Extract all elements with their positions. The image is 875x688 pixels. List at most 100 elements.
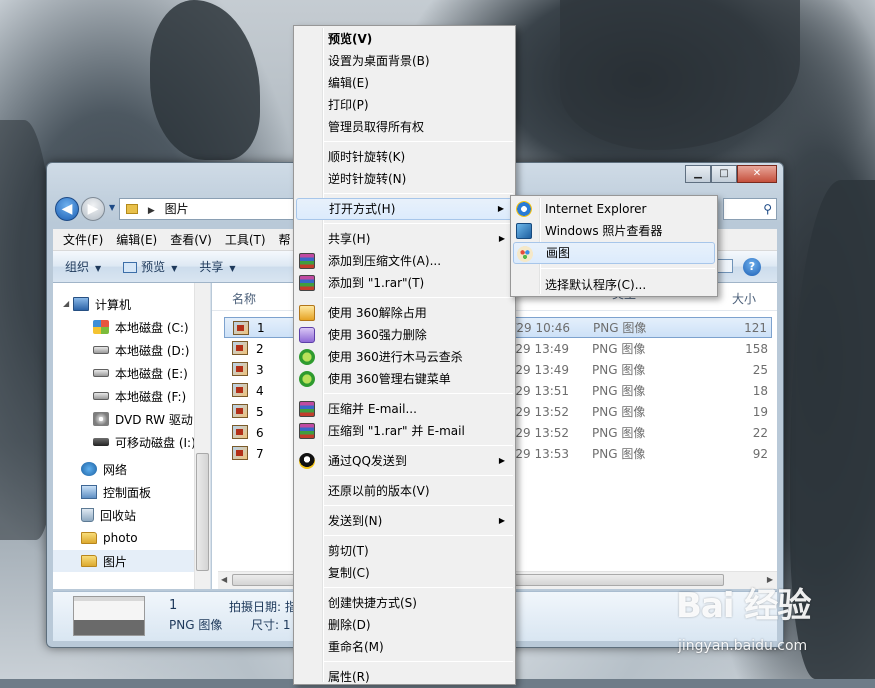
nav-item-computer[interactable]: ◢ 计算机 <box>63 293 131 315</box>
menu-tools[interactable]: 工具(T) <box>219 231 273 248</box>
menu-item-ctx-13[interactable]: 添加到 "1.rar"(T) <box>296 272 513 294</box>
menu-item-ctx-30[interactable]: 复制(C) <box>296 562 513 584</box>
forward-button[interactable]: ▶ <box>81 197 105 221</box>
menu-item-open-with-0[interactable]: Internet Explorer <box>513 198 715 220</box>
menu-item-ctx-18[interactable]: 使用 360管理右键菜单 <box>296 368 513 390</box>
menu-item-ctx-20[interactable]: 压缩并 E-mail... <box>296 398 513 420</box>
menu-file[interactable]: 文件(F) <box>57 231 110 248</box>
paint-icon <box>517 246 533 262</box>
nav-item-drive-e[interactable]: 本地磁盘 (E:) <box>93 362 188 384</box>
file-type: PNG 图像 <box>592 426 646 440</box>
menu-item-label: 选择默认程序(C)... <box>545 278 647 292</box>
menu-item-ctx-23[interactable]: 通过QQ发送到 ▶ <box>296 450 513 472</box>
file-name: 2 <box>256 341 264 356</box>
column-size[interactable]: 大小 <box>732 290 756 307</box>
search-input[interactable]: ⚲ <box>723 198 777 220</box>
menu-item-open-with-2[interactable]: 画图 <box>513 242 715 264</box>
nav-item-drive-c[interactable]: 本地磁盘 (C:) <box>93 316 189 338</box>
winrar-icon <box>299 275 315 291</box>
360-unlock-icon <box>299 305 315 321</box>
scrollbar-thumb[interactable] <box>196 453 209 571</box>
menu-item-ctx-11[interactable]: 共享(H) ▶ <box>296 228 513 250</box>
search-icon[interactable]: ⚲ <box>763 202 772 216</box>
menu-item-label: Windows 照片查看器 <box>545 224 663 238</box>
menu-item-ctx-6[interactable]: 顺时针旋转(K) <box>296 146 513 168</box>
details-file-type: PNG 图像 <box>169 618 223 632</box>
computer-icon <box>73 297 89 311</box>
menu-item-ctx-21[interactable]: 压缩到 "1.rar" 并 E-mail <box>296 420 513 442</box>
help-icon[interactable]: ? <box>743 258 761 276</box>
menu-item-ctx-15[interactable]: 使用 360解除占用 <box>296 302 513 324</box>
menu-item-label: 共享(H) <box>328 232 371 246</box>
address-bar[interactable]: ▶ 图片 <box>119 198 319 220</box>
menu-item-ctx-17[interactable]: 使用 360进行木马云查杀 <box>296 346 513 368</box>
share-button[interactable]: 共享 ▼ <box>199 258 235 275</box>
nav-item-removable-disk[interactable]: 可移动磁盘 (I:) <box>93 431 196 453</box>
internet-explorer-icon <box>516 201 532 217</box>
change-view-button[interactable] <box>717 259 733 273</box>
menu-separator <box>324 193 513 194</box>
menu-item-label: Internet Explorer <box>545 202 647 216</box>
file-type: PNG 图像 <box>592 405 646 419</box>
menu-item-ctx-12[interactable]: 添加到压缩文件(A)... <box>296 250 513 272</box>
nav-item-drive-f[interactable]: 本地磁盘 (F:) <box>93 385 186 407</box>
menu-item-ctx-27[interactable]: 发送到(N) ▶ <box>296 510 513 532</box>
menu-edit[interactable]: 编辑(E) <box>110 231 164 248</box>
menu-item-ctx-9[interactable]: 打开方式(H) ▶ <box>296 198 513 220</box>
menu-item-ctx-1[interactable]: 设置为桌面背景(B) <box>296 50 513 72</box>
recent-pages-dropdown[interactable]: ▼ <box>109 203 115 212</box>
menu-item-ctx-16[interactable]: 使用 360强力删除 <box>296 324 513 346</box>
menu-item-label: 通过QQ发送到 <box>328 454 407 468</box>
minimize-button[interactable]: ▁ <box>685 165 711 183</box>
column-name[interactable]: 名称 <box>232 290 256 307</box>
menu-item-open-with-1[interactable]: Windows 照片查看器 <box>513 220 715 242</box>
organize-button[interactable]: 组织 ▼ <box>65 258 101 275</box>
file-type: PNG 图像 <box>592 363 646 377</box>
menu-item-label: 添加到 "1.rar"(T) <box>328 276 425 290</box>
submenu-arrow-icon: ▶ <box>497 204 504 213</box>
nav-item-dvd[interactable]: DVD RW 驱动 <box>93 408 193 430</box>
menu-item-ctx-32[interactable]: 创建快捷方式(S) <box>296 592 513 614</box>
menu-item-label: 发送到(N) <box>328 514 383 528</box>
organize-label: 组织 <box>65 260 90 274</box>
menu-item-ctx-33[interactable]: 删除(D) <box>296 614 513 636</box>
preview-button[interactable]: 预览 ▼ <box>123 258 177 275</box>
menu-separator <box>541 268 715 269</box>
menu-item-ctx-0[interactable]: 预览(V) <box>296 28 513 50</box>
png-file-icon <box>232 425 248 439</box>
menu-item-open-with-4[interactable]: 选择默认程序(C)... <box>513 274 715 296</box>
menu-item-ctx-4[interactable]: 管理员取得所有权 <box>296 116 513 138</box>
file-name: 3 <box>256 362 264 377</box>
menu-item-ctx-34[interactable]: 重命名(M) <box>296 636 513 658</box>
menu-item-label: 设置为桌面背景(B) <box>328 54 430 68</box>
menu-item-label: 压缩并 E-mail... <box>328 402 417 416</box>
nav-item-pictures[interactable]: 图片 <box>53 550 195 572</box>
menu-item-ctx-25[interactable]: 还原以前的版本(V) <box>296 480 513 502</box>
nav-item-control-panel[interactable]: 控制面板 <box>81 481 151 503</box>
maximize-button[interactable]: □ <box>711 165 737 183</box>
menu-item-ctx-29[interactable]: 剪切(T) <box>296 540 513 562</box>
nav-item-network[interactable]: 网络 <box>81 458 127 480</box>
nav-item-drive-d[interactable]: 本地磁盘 (D:) <box>93 339 189 361</box>
menu-item-ctx-36[interactable]: 属性(R) <box>296 666 513 688</box>
menu-item-label: 打印(P) <box>328 98 369 112</box>
nav-item-photo[interactable]: photo <box>81 527 138 549</box>
menu-separator <box>324 505 513 506</box>
scroll-left-icon[interactable]: ◀ <box>221 575 227 584</box>
nav-item-recycle-bin[interactable]: 回收站 <box>81 504 136 526</box>
menu-item-ctx-3[interactable]: 打印(P) <box>296 94 513 116</box>
back-button[interactable]: ◀ <box>55 197 79 221</box>
expand-arrow-icon[interactable]: ◢ <box>63 299 69 308</box>
preview-icon <box>123 262 138 273</box>
file-name: 7 <box>256 446 264 461</box>
menu-item-label: 预览(V) <box>328 32 373 46</box>
png-file-icon <box>232 446 248 460</box>
nav-pane-scrollbar[interactable] <box>194 283 210 589</box>
menu-item-ctx-2[interactable]: 编辑(E) <box>296 72 513 94</box>
menu-item-ctx-7[interactable]: 逆时针旋转(N) <box>296 168 513 190</box>
nav-item-label: 控制面板 <box>103 485 152 500</box>
close-button[interactable]: ✕ <box>737 165 777 183</box>
address-segment[interactable]: 图片 <box>165 202 189 216</box>
menu-view[interactable]: 查看(V) <box>164 231 219 248</box>
menu-separator <box>324 223 513 224</box>
